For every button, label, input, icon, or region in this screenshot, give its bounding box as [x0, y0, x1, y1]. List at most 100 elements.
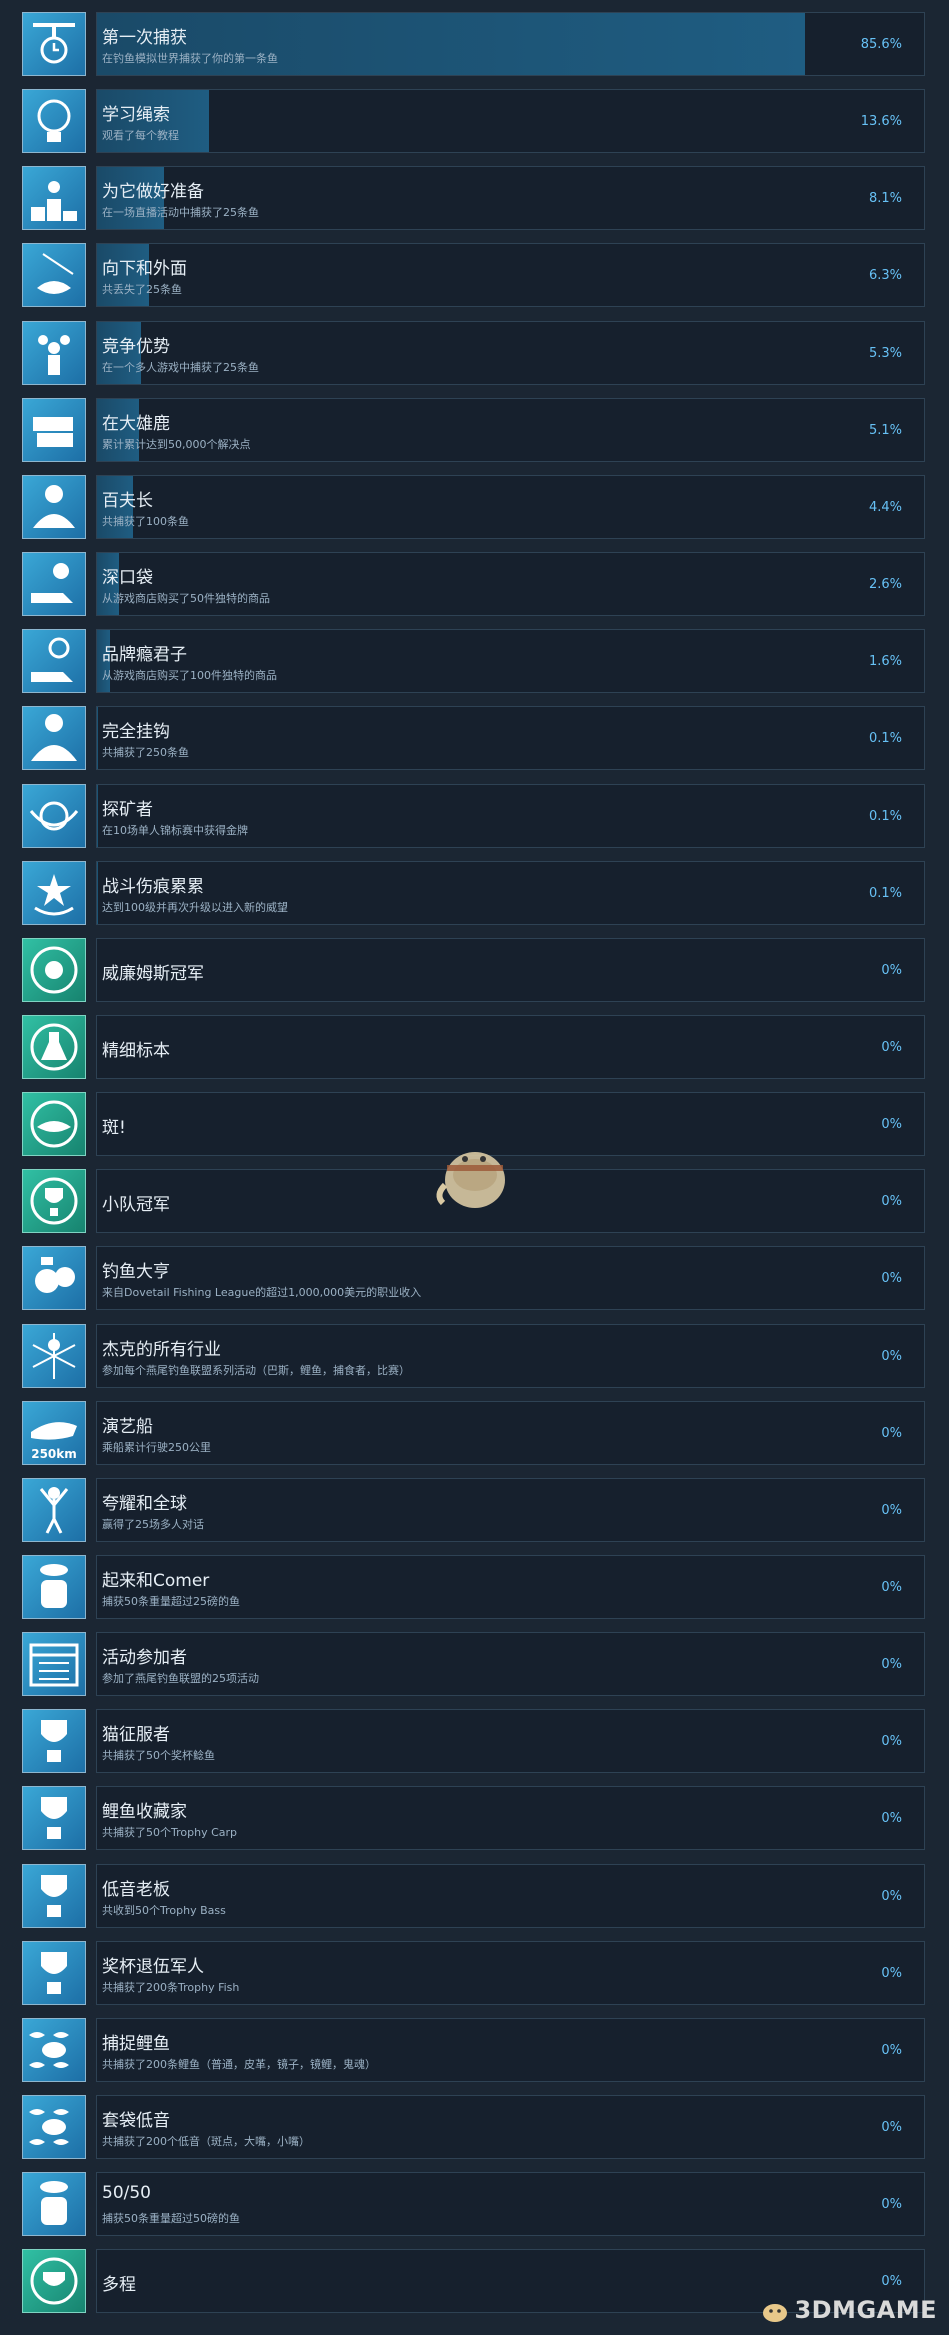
achievement-title: 套袋低音 — [102, 2111, 170, 2131]
achievement-row[interactable]: 在大雄鹿累计累计达到50,000个解决点 5.1% — [22, 398, 925, 464]
achievement-description: 在10场单人锦标赛中获得金牌 — [102, 824, 248, 837]
achievement-row[interactable]: 起来和Comer 捕获50条重量超过25磅的鱼 0% — [22, 1555, 925, 1621]
achievement-panel: 探矿者在10场单人锦标赛中获得金牌 0.1% — [96, 784, 925, 848]
achievement-row[interactable]: 竞争优势 在一个多人游戏中捕获了25条鱼 5.3% — [22, 321, 925, 387]
achievement-row[interactable]: 品牌瘾君子 从游戏商店购买了100件独特的商品 1.6% — [22, 629, 925, 695]
achievement-title: 战斗伤痕累累 — [102, 877, 204, 897]
unlock-percent: 0.1% — [868, 886, 902, 901]
watermark-logo-icon — [763, 2304, 788, 2322]
unlock-percent: 0% — [881, 2274, 902, 2289]
unlock-percent: 0% — [881, 1734, 902, 1749]
achievement-panel: 捕捉鲤鱼 共捕获了200条鲤鱼（普通，皮革，镜子，镜鲤，鬼魂） 0% — [96, 2018, 925, 2082]
achievement-title: 在大雄鹿 — [102, 414, 170, 434]
achievement-description: 参加每个燕尾钓鱼联盟系列活动（巴斯，鲤鱼，捕食者，比赛） — [102, 1364, 410, 1377]
achievement-title: 探矿者 — [102, 800, 153, 820]
achievement-row[interactable]: 250km 演艺船 乘船累计行驶250公里 0% — [22, 1401, 925, 1467]
achievement-title: 精细标本 — [102, 1041, 170, 1061]
achievement-description: 共收到50个Trophy Bass — [102, 1904, 226, 1917]
achievement-row[interactable]: 钓鱼大亨来自Dovetail Fishing League的超过1,000,00… — [22, 1246, 925, 1312]
unlock-percent: 8.1% — [868, 191, 902, 206]
achievement-description: 从游戏商店购买了50件独特的商品 — [102, 592, 270, 605]
unlock-percent: 0% — [881, 1426, 902, 1441]
trophy-badge-icon — [22, 938, 86, 1002]
progress-bar — [97, 862, 98, 924]
achievement-row[interactable]: 向下和外面 共丢失了25条鱼 6.3% — [22, 243, 925, 309]
achievement-row[interactable]: 套袋低音 共捕获了200个低音（斑点，大嘴，小嘴） 0% — [22, 2095, 925, 2161]
achievement-panel: 在大雄鹿累计累计达到50,000个解决点 5.1% — [96, 398, 925, 462]
achievement-description: 共捕获了250条鱼 — [102, 746, 189, 759]
achievement-title: 夸耀和全球 — [102, 1494, 187, 1514]
progress-bar — [97, 707, 98, 769]
achievement-row[interactable]: 低音老板 共收到50个Trophy Bass 0% — [22, 1864, 925, 1930]
achievement-description: 来自Dovetail Fishing League的超过1,000,000美元的… — [102, 1286, 422, 1299]
achievement-title: 猫征服者 — [102, 1725, 170, 1745]
unlock-percent: 5.1% — [868, 423, 902, 438]
unlock-percent: 0.1% — [868, 809, 902, 824]
scale-25-50-icon — [22, 1555, 86, 1619]
achievement-row[interactable]: 活动参加者 参加了燕尾钓鱼联盟的25项活动 0% — [22, 1632, 925, 1698]
achievement-description: 赢得了25场多人对话 — [102, 1518, 204, 1531]
achievement-description: 从游戏商店购买了100件独特的商品 — [102, 669, 277, 682]
achievement-description: 乘船累计行驶250公里 — [102, 1441, 211, 1454]
boat-icon: 250km — [22, 1401, 86, 1465]
unlock-percent: 0% — [881, 1657, 902, 1672]
achievement-row[interactable]: 夸耀和全球赢得了25场多人对话 0% — [22, 1478, 925, 1544]
achievement-panel: 威廉姆斯冠军 0% — [96, 938, 925, 1002]
catfish-trophy-icon — [22, 1709, 86, 1773]
podium-icon — [22, 166, 86, 230]
unlock-percent: 0% — [881, 1889, 902, 1904]
achievement-panel: 第一次捕获 在钓鱼模拟世界捕获了你的第一条鱼 85.6% — [96, 12, 925, 76]
achievement-description: 累计累计达到50,000个解决点 — [102, 438, 251, 451]
trophy-200-icon — [22, 1941, 86, 2005]
money-bags-icon — [22, 1246, 86, 1310]
unlock-percent: 5.3% — [868, 346, 902, 361]
achievement-panel: 猫征服者 共捕获了50个奖杯鲶鱼 0% — [96, 1709, 925, 1773]
mascot-watermark-icon — [436, 1152, 505, 1208]
unlock-percent: 0% — [881, 1503, 902, 1518]
achievement-row[interactable]: 猫征服者 共捕获了50个奖杯鲶鱼 0% — [22, 1709, 925, 1775]
achievement-row[interactable]: 威廉姆斯冠军 0% — [22, 938, 925, 1004]
achievement-row[interactable]: 深口袋 从游戏商店购买了50件独特的商品 2.6% — [22, 552, 925, 618]
fish-badge-icon — [22, 1092, 86, 1156]
achievement-title: 竞争优势 — [102, 337, 170, 357]
achievement-row[interactable]: 战斗伤痕累累 达到100级并再次升级以进入新的威望 0.1% — [22, 861, 925, 927]
unlock-percent: 13.6% — [860, 114, 902, 129]
achievement-panel: 品牌瘾君子 从游戏商店购买了100件独特的商品 1.6% — [96, 629, 925, 693]
achievement-panel: 鲤鱼收藏家 共捕获了50个Trophy Carp 0% — [96, 1786, 925, 1850]
achievement-row[interactable]: 杰克的所有行业 参加每个燕尾钓鱼联盟系列活动（巴斯，鲤鱼，捕食者，比赛） 0% — [22, 1324, 925, 1390]
unlock-percent: 0% — [881, 1580, 902, 1595]
unlock-percent: 2.6% — [868, 577, 902, 592]
achievement-row[interactable]: 精细标本 0% — [22, 1015, 925, 1081]
star-wreath-icon — [22, 861, 86, 925]
achievement-description: 共丢失了25条鱼 — [102, 283, 182, 296]
achievement-row[interactable]: 捕捉鲤鱼 共捕获了200条鲤鱼（普通，皮革，镜子，镜鲤，鬼魂） 0% — [22, 2018, 925, 2084]
shopping-hand-icon — [22, 629, 86, 693]
achievement-description: 共捕获了50个Trophy Carp — [102, 1826, 237, 1839]
achievement-panel: 战斗伤痕累累 达到100级并再次升级以进入新的威望 0.1% — [96, 861, 925, 925]
achievement-row[interactable]: 完全挂钩 共捕获了250条鱼 0.1% — [22, 706, 925, 772]
achievement-row[interactable]: 探矿者在10场单人锦标赛中获得金牌 0.1% — [22, 784, 925, 850]
medal-icon — [22, 784, 86, 848]
achievement-panel: 钓鱼大亨来自Dovetail Fishing League的超过1,000,00… — [96, 1246, 925, 1310]
achievement-row[interactable]: 百夫长 共捕获了100条鱼 4.4% — [22, 475, 925, 541]
achievement-title: 第一次捕获 — [102, 28, 187, 48]
achievement-title: 钓鱼大亨 — [102, 1262, 170, 1282]
achievement-row[interactable]: 为它做好准备 在一场直播活动中捕获了25条鱼 8.1% — [22, 166, 925, 232]
achievement-row[interactable]: 50/50 捕获50条重量超过50磅的鱼 0% — [22, 2172, 925, 2238]
achievement-title: 奖杯退伍军人 — [102, 1957, 204, 1977]
crowd-icon — [22, 321, 86, 385]
team-trophy-icon — [22, 1169, 86, 1233]
calendar-icon — [22, 1632, 86, 1696]
fish-hook-icon — [22, 243, 86, 307]
achievement-panel: 活动参加者 参加了燕尾钓鱼联盟的25项活动 0% — [96, 1632, 925, 1696]
achievement-panel: 演艺船 乘船累计行驶250公里 0% — [96, 1401, 925, 1465]
achievement-title: 50/50 — [102, 2183, 151, 2203]
achievement-title: 多程 — [102, 2275, 136, 2295]
achievement-row[interactable]: 鲤鱼收藏家 共捕获了50个Trophy Carp 0% — [22, 1786, 925, 1852]
unlock-percent: 6.3% — [868, 268, 902, 283]
achievement-row[interactable]: 奖杯退伍军人 共捕获了200条Trophy Fish 0% — [22, 1941, 925, 2007]
achievement-title: 起来和Comer — [102, 1571, 210, 1591]
achievement-row[interactable]: 第一次捕获 在钓鱼模拟世界捕获了你的第一条鱼 85.6% — [22, 12, 925, 78]
achievement-title: 杰克的所有行业 — [102, 1340, 221, 1360]
achievement-row[interactable]: 学习绳索 观看了每个教程 13.6% — [22, 89, 925, 155]
